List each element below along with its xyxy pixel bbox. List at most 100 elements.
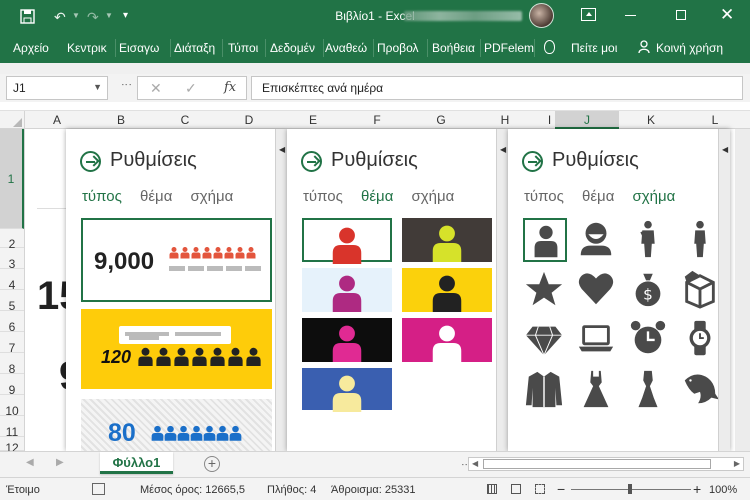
row-header-5[interactable]: 5 [0,290,24,313]
tab-theme[interactable]: θέμα [140,188,172,205]
jacket-icon[interactable] [523,368,567,412]
tab-shape[interactable]: σχήμα [191,188,234,205]
infographic-type-card[interactable]: 80 [81,399,272,459]
row-header-7[interactable]: 7 [0,332,24,355]
column-header-j[interactable]: J [555,111,619,129]
customize-qat-button[interactable]: ▾ [123,10,128,21]
box-icon[interactable] [679,268,723,312]
column-header-b[interactable]: B [89,113,153,127]
undo-icon[interactable]: ↶ [54,9,66,26]
row-header-9[interactable]: 9 [0,374,24,397]
normal-view-icon[interactable] [487,484,497,494]
add-sheet-button[interactable]: + [204,456,220,472]
name-box[interactable]: J1 ▼ [6,76,108,100]
column-header-c[interactable]: C [153,113,217,127]
infographic-type-card[interactable]: 9,000 [81,218,272,302]
money-bag-icon[interactable]: $ [627,268,671,312]
row-header-11[interactable]: 11 [0,416,24,439]
tab-type[interactable]: τύπος [303,188,343,205]
horizontal-scrollbar[interactable]: ◀ ▶ [468,457,744,471]
collapse-pane-button[interactable]: ◀ [275,129,287,451]
cancel-icon[interactable]: ✕ [150,80,162,97]
woman-icon[interactable] [679,218,723,262]
redo-dropdown-icon[interactable]: ▼ [105,11,113,20]
laptop-icon[interactable] [575,318,619,362]
dress-icon[interactable] [575,368,619,412]
tab-type[interactable]: τύπος [82,188,122,205]
share-button[interactable]: Κοινή χρήση [656,41,723,55]
next-sheet-icon[interactable]: ▶ [56,457,64,468]
man-icon[interactable] [627,218,671,262]
maximize-button[interactable] [676,10,686,20]
gown-icon[interactable] [627,368,671,412]
heart-icon[interactable] [575,268,619,312]
tab-pdfelement[interactable]: PDFelem [484,41,534,55]
row-header-3[interactable]: 3 [0,248,24,271]
lightbulb-icon[interactable] [544,40,555,54]
save-icon[interactable] [20,9,35,24]
zoom-in-button[interactable]: + [693,481,701,497]
zoom-slider-handle[interactable] [628,484,632,494]
tab-view[interactable]: Προβολ [377,41,419,55]
collapse-pane-button[interactable]: ◀ [718,129,730,451]
prev-sheet-icon[interactable]: ◀ [26,457,34,468]
theme-swatch[interactable] [302,368,392,412]
theme-swatch[interactable] [302,318,392,362]
tab-formulas[interactable]: Τύποι [228,41,258,55]
column-header-l[interactable]: L [683,113,747,127]
row-header-8[interactable]: 8 [0,353,24,376]
user-name[interactable] [404,11,522,21]
column-header-d[interactable]: D [217,113,281,127]
avatar[interactable] [529,3,554,28]
column-header-e[interactable]: E [281,113,345,127]
minimize-button[interactable] [625,15,636,16]
formula-input[interactable]: Επισκέπτες ανά ημέρα [251,76,743,100]
tab-review[interactable]: Αναθεώ [325,41,367,55]
row-header-1[interactable]: 1 [0,129,24,229]
tab-home[interactable]: Κεντρικ [67,41,107,55]
page-layout-icon[interactable] [511,484,521,494]
collapse-pane-button[interactable]: ◀ [496,129,508,451]
undo-dropdown-icon[interactable]: ▼ [72,11,80,20]
close-button[interactable]: ✕ [720,5,734,25]
column-header-k[interactable]: K [619,113,683,127]
column-header-a[interactable]: A [25,113,89,127]
tab-data[interactable]: Δεδομέν [270,41,315,55]
theme-swatch[interactable] [402,318,492,362]
row-header-4[interactable]: 4 [0,269,24,292]
person-icon[interactable] [523,218,567,262]
tab-theme[interactable]: θέμα [361,188,393,205]
sheet-tab[interactable]: Φύλλο1 [100,452,173,474]
tab-insert[interactable]: Εισαγω [119,41,159,55]
column-header-g[interactable]: G [409,113,473,127]
zoom-level[interactable]: 100% [709,484,737,496]
ribbon-display-options-icon[interactable] [581,8,596,21]
back-arrow-icon[interactable] [301,151,322,172]
dolphin-icon[interactable] [679,368,723,412]
star-icon[interactable] [523,268,567,312]
watch-icon[interactable] [679,318,723,362]
infographic-type-card[interactable]: 120 [81,309,272,389]
row-header-12[interactable]: 12 [0,437,24,455]
tab-layout[interactable]: Διάταξη [174,41,215,55]
share-person-icon[interactable] [638,40,652,54]
select-all-button[interactable] [0,111,25,129]
enter-icon[interactable]: ✓ [185,80,197,97]
tab-type[interactable]: τύπος [524,188,564,205]
theme-swatch[interactable] [302,268,392,312]
redo-icon[interactable]: ↷ [87,9,99,26]
tab-shape[interactable]: σχήμα [633,188,676,205]
page-break-icon[interactable] [535,484,545,494]
tab-help[interactable]: Βοήθεια [432,41,475,55]
zoom-out-button[interactable]: − [557,481,565,497]
row-header-6[interactable]: 6 [0,311,24,334]
column-header-h[interactable]: H [473,113,537,127]
row-header-2[interactable]: 2 [0,229,24,251]
row-header-10[interactable]: 10 [0,395,24,418]
theme-swatch[interactable] [402,218,492,262]
back-arrow-icon[interactable] [80,151,101,172]
calculator-icon[interactable] [92,483,105,495]
insert-function-icon[interactable]: fx [224,80,236,95]
theme-swatch[interactable] [302,218,392,264]
face-icon[interactable] [575,218,619,262]
